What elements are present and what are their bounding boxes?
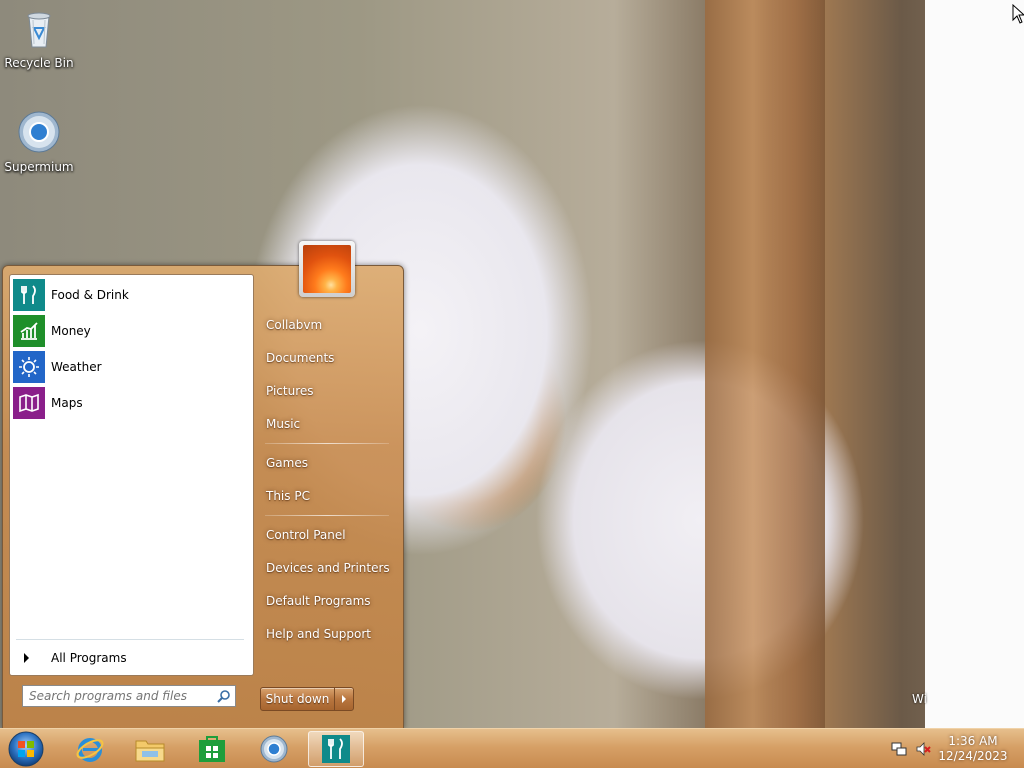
all-programs-button[interactable]: All Programs [16, 647, 244, 669]
program-label: Food & Drink [51, 288, 129, 302]
network-icon[interactable] [891, 741, 907, 757]
start-menu: Food & Drink Money Weather Maps All Prog… [2, 241, 404, 729]
start-orb-button[interactable] [6, 730, 46, 768]
volume-muted-icon[interactable] [915, 741, 931, 757]
program-item-maps[interactable]: Maps [13, 386, 249, 420]
wallpaper-white-area [925, 0, 1024, 728]
wallpaper-post [705, 0, 825, 728]
taskbar-store[interactable] [184, 731, 240, 767]
weather-icon [13, 351, 45, 383]
start-right-documents[interactable]: Documents [260, 345, 396, 371]
start-right-help-support[interactable]: Help and Support [260, 621, 396, 647]
start-search-box[interactable] [22, 685, 236, 707]
taskbar-file-explorer[interactable] [122, 731, 178, 767]
system-clock[interactable]: 1:36 AM 12/24/2023 [936, 734, 1010, 764]
shutdown-button[interactable]: Shut down [261, 688, 335, 710]
internet-explorer-icon [76, 738, 104, 762]
start-right-music[interactable]: Music [260, 411, 396, 437]
user-account-picture[interactable] [299, 241, 355, 297]
activation-watermark: Wi [912, 692, 927, 706]
taskbar: 1:36 AM 12/24/2023 [0, 728, 1024, 768]
money-icon [13, 315, 45, 347]
program-item-weather[interactable]: Weather [13, 350, 249, 384]
clock-time: 1:36 AM [948, 734, 998, 748]
programs-separator [16, 639, 244, 640]
start-right-collabvm[interactable]: Collabvm [260, 312, 396, 338]
recycle-bin-icon [27, 12, 51, 48]
flower-picture-icon [303, 245, 351, 293]
shutdown-button-group: Shut down [260, 687, 354, 711]
supermium-browser-icon [18, 111, 60, 153]
desktop-icon-supermium[interactable]: Supermium [1, 110, 77, 174]
desktop-icon-recycle-bin[interactable]: Recycle Bin [1, 6, 77, 70]
search-input[interactable] [23, 686, 215, 706]
chevron-right-icon [24, 653, 29, 663]
all-programs-label: All Programs [51, 651, 127, 665]
program-label: Money [51, 324, 91, 338]
chevron-right-icon [342, 695, 346, 703]
taskbar-internet-explorer[interactable] [62, 731, 118, 767]
program-label: Maps [51, 396, 83, 410]
supermium-browser-icon [260, 735, 288, 763]
desktop-icon-label: Recycle Bin [4, 56, 74, 70]
start-right-pictures[interactable]: Pictures [260, 378, 396, 404]
clock-date: 12/24/2023 [938, 749, 1008, 763]
program-item-money[interactable]: Money [13, 314, 249, 348]
start-menu-programs-pane: Food & Drink Money Weather Maps All Prog… [9, 274, 254, 676]
maps-icon [13, 387, 45, 419]
right-separator [265, 515, 389, 516]
food-drink-icon [13, 279, 45, 311]
store-icon [199, 736, 225, 762]
program-label: Weather [51, 360, 102, 374]
desktop-icon-label: Supermium [4, 160, 74, 174]
taskbar-food-drink[interactable] [308, 731, 364, 767]
start-right-devices-printers[interactable]: Devices and Printers [260, 555, 396, 581]
taskbar-supermium[interactable] [246, 731, 302, 767]
food-drink-icon [322, 735, 350, 763]
search-icon[interactable] [217, 689, 231, 703]
shutdown-options-button[interactable] [335, 688, 353, 710]
file-explorer-icon [135, 740, 165, 762]
start-right-control-panel[interactable]: Control Panel [260, 522, 396, 548]
start-right-games[interactable]: Games [260, 450, 396, 476]
start-right-default-programs[interactable]: Default Programs [260, 588, 396, 614]
right-separator [265, 443, 389, 444]
start-right-this-pc[interactable]: This PC [260, 483, 396, 509]
program-item-food-drink[interactable]: Food & Drink [13, 278, 249, 312]
mouse-cursor-icon [1012, 4, 1024, 24]
